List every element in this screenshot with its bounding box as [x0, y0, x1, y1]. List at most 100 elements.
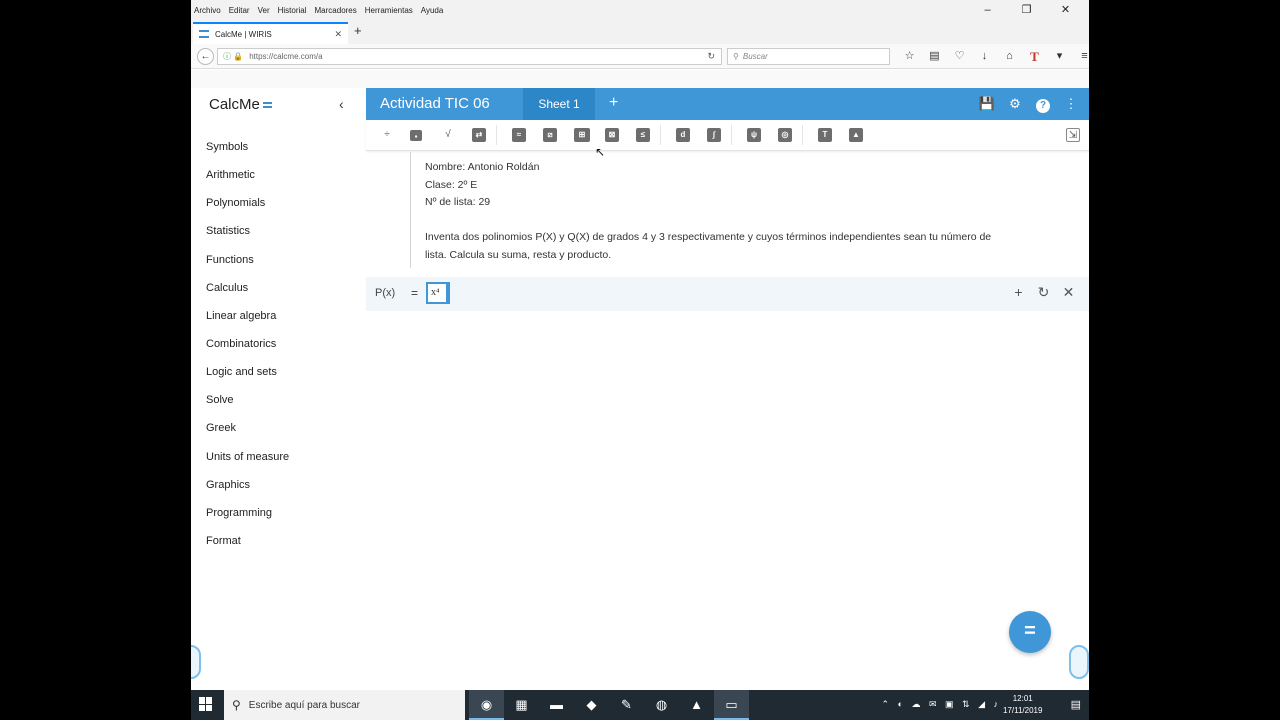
- collapse-sidebar-icon[interactable]: ‹: [339, 96, 344, 112]
- calculation-row: P(x) = x⁴ + ↻ ✕: [366, 277, 1089, 311]
- image-icon[interactable]: ▲: [849, 128, 863, 142]
- browser-search-input[interactable]: ⚲ Buscar: [727, 48, 890, 65]
- save-icon[interactable]: 💾: [973, 94, 1001, 116]
- menu-ayuda[interactable]: Ayuda: [421, 6, 444, 15]
- home-icon[interactable]: ⌂: [997, 48, 1022, 65]
- sidebar-item-arithmetic[interactable]: Arithmetic: [206, 168, 289, 196]
- fraction-icon[interactable]: ÷: [380, 128, 394, 142]
- more-vertical-icon[interactable]: ⋮: [1057, 94, 1085, 116]
- menu-historial[interactable]: Historial: [278, 6, 307, 15]
- tab-sheet-1[interactable]: Sheet 1: [523, 88, 595, 120]
- text-block[interactable]: Nombre: Antonio Roldán Clase: 2º E Nº de…: [410, 152, 1089, 268]
- sidebar-item-statistics[interactable]: Statistics: [206, 224, 289, 252]
- paint-icon[interactable]: ✎: [609, 690, 644, 720]
- sidebar-item-polynomials[interactable]: Polynomials: [206, 196, 289, 224]
- left-edge-handle[interactable]: [191, 645, 201, 679]
- sidebar-item-graphics[interactable]: Graphics: [206, 478, 289, 506]
- file-explorer-icon[interactable]: ▬: [539, 690, 574, 720]
- sidebar-item-functions[interactable]: Functions: [206, 253, 289, 281]
- extension-t-icon[interactable]: T: [1022, 48, 1047, 65]
- calcme-favicon-icon: [199, 30, 209, 38]
- new-tab-icon[interactable]: +: [354, 23, 362, 38]
- maps-icon[interactable]: ◆: [574, 690, 609, 720]
- menu-archivo[interactable]: Archivo: [194, 6, 221, 15]
- comment-icon[interactable]: ◎: [778, 128, 792, 142]
- restore-icon[interactable]: ❐: [1011, 0, 1042, 20]
- windows-start-icon[interactable]: [199, 697, 213, 711]
- firefox-icon[interactable]: ◉: [469, 690, 504, 720]
- notifications-icon[interactable]: ▤: [1071, 698, 1081, 711]
- download-icon[interactable]: ↓: [972, 48, 997, 65]
- menu-herramientas[interactable]: Herramientas: [365, 6, 413, 15]
- cross-matrix-icon[interactable]: ⊠: [605, 128, 619, 142]
- nav-bar: ← ⓘ 🔒 https://calcme.com/a ↻ ⚲ Buscar ☆ …: [191, 44, 1089, 69]
- right-edge-handle[interactable]: [1069, 645, 1089, 679]
- menu-editar[interactable]: Editar: [229, 6, 250, 15]
- sqrt-icon[interactable]: √: [441, 128, 455, 142]
- inequality-icon[interactable]: ≤: [636, 128, 650, 142]
- taskbar-apps: ◉ ▦ ▬ ◆ ✎ ◍ ▲ ▭: [469, 690, 749, 720]
- superscript-icon[interactable]: ▪: [410, 130, 422, 141]
- diagonal-matrix-icon[interactable]: ⧄: [543, 128, 557, 142]
- subsuperscript-icon[interactable]: ⇄: [472, 128, 486, 142]
- grouping-icon[interactable]: ⊞: [574, 128, 590, 142]
- url-bar[interactable]: ⓘ 🔒 https://calcme.com/a ↻: [217, 48, 722, 65]
- add-row-icon[interactable]: +: [1006, 284, 1031, 301]
- system-tray-icons[interactable]: ⌃ ◐ ☁ ✉ ▣ ⇅ ◢ ♪: [882, 699, 1002, 710]
- integral-icon[interactable]: ∫: [707, 128, 721, 142]
- bookmark-star-icon[interactable]: ☆: [897, 48, 922, 65]
- sidebar-item-programming[interactable]: Programming: [206, 506, 289, 534]
- toolbar-separator: [496, 125, 497, 145]
- sidebar-item-greek[interactable]: Greek: [206, 421, 289, 449]
- screen-app-icon[interactable]: ▭: [714, 690, 749, 720]
- close-window-icon[interactable]: ✕: [1050, 0, 1081, 20]
- minimize-icon[interactable]: –: [972, 0, 1003, 20]
- sidebar-item-format[interactable]: Format: [206, 534, 289, 562]
- formula-input[interactable]: x⁴: [426, 282, 450, 304]
- formula-input-value: x⁴: [431, 287, 440, 298]
- tab-strip: CalcMe | WIRIS ✕ +: [191, 20, 1089, 44]
- sidebar-item-calculus[interactable]: Calculus: [206, 281, 289, 309]
- browser-app-icon[interactable]: ◍: [644, 690, 679, 720]
- pocket-icon[interactable]: ♡: [947, 48, 972, 65]
- vlc-icon[interactable]: ▲: [679, 690, 714, 720]
- tab-close-icon[interactable]: ✕: [334, 29, 342, 40]
- clock-time: 12:01: [1012, 694, 1033, 703]
- hamburger-menu-icon[interactable]: ≡: [1072, 48, 1089, 65]
- sidebar-item-linear-algebra[interactable]: Linear algebra: [206, 309, 289, 337]
- document-title[interactable]: Actividad TIC 06: [380, 95, 490, 112]
- help-icon[interactable]: ?: [1029, 94, 1057, 116]
- delete-row-icon[interactable]: ✕: [1056, 284, 1081, 301]
- calc-actions: + ↻ ✕: [1006, 284, 1081, 301]
- add-sheet-icon[interactable]: +: [609, 94, 618, 112]
- menu-marcadores[interactable]: Marcadores: [315, 6, 357, 15]
- browser-tab[interactable]: CalcMe | WIRIS ✕: [193, 22, 348, 44]
- approx-icon[interactable]: ≈: [512, 128, 526, 142]
- toolbar-separator: [660, 125, 661, 145]
- psi-icon[interactable]: ψ: [747, 128, 761, 142]
- calculate-button[interactable]: =: [1009, 611, 1051, 653]
- insert-icon[interactable]: ⇲: [1066, 128, 1080, 142]
- gear-icon[interactable]: ⚙: [1001, 94, 1029, 116]
- back-icon[interactable]: ←: [197, 48, 214, 65]
- calc-label: P(x): [375, 287, 396, 299]
- sidebar-item-logic-and-sets[interactable]: Logic and sets: [206, 365, 289, 393]
- derivative-icon[interactable]: d: [676, 128, 690, 142]
- sidebar-item-symbols[interactable]: Symbols: [206, 140, 289, 168]
- text-paragraph-line2: lista. Calcula su suma, resta y producto…: [425, 249, 612, 261]
- menu-ver[interactable]: Ver: [258, 6, 270, 15]
- taskbar: ⚲ Escribe aquí para buscar ◉ ▦ ▬ ◆ ✎ ◍ ▲…: [191, 690, 1089, 720]
- calc-equals: =: [411, 286, 419, 300]
- extension-dropdown-icon[interactable]: ▾: [1047, 48, 1072, 65]
- text-icon[interactable]: T: [818, 128, 832, 142]
- reload-icon[interactable]: ↻: [707, 51, 715, 62]
- taskbar-search-input[interactable]: ⚲ Escribe aquí para buscar: [224, 690, 465, 720]
- sidebar-item-units-of-measure[interactable]: Units of measure: [206, 450, 289, 478]
- calculator-icon[interactable]: ▦: [504, 690, 539, 720]
- sidebar-item-combinatorics[interactable]: Combinatorics: [206, 337, 289, 365]
- recalculate-icon[interactable]: ↻: [1031, 284, 1056, 301]
- reader-icon[interactable]: ▤: [922, 48, 947, 65]
- sidebar-item-solve[interactable]: Solve: [206, 393, 289, 421]
- sidebar-menu: Symbols Arithmetic Polynomials Statistic…: [206, 140, 289, 562]
- taskbar-clock[interactable]: 12:01 17/11/2019: [1003, 693, 1042, 717]
